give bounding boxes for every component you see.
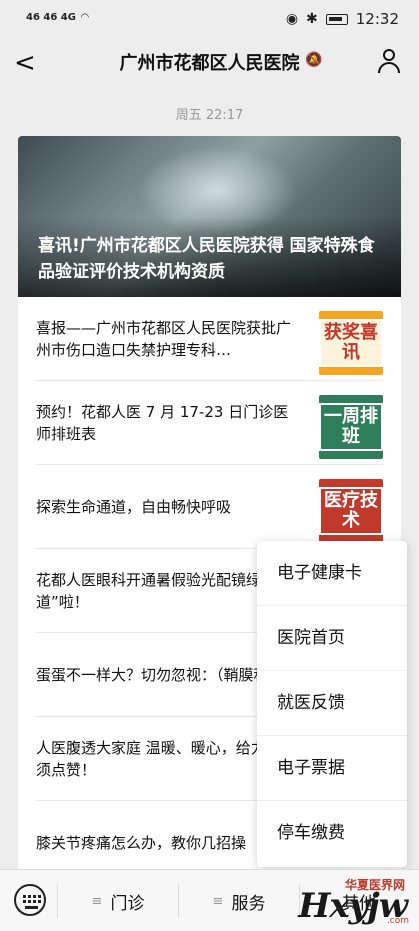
- article-thumbnail: 一周排班: [319, 395, 383, 459]
- carrier-text: 46 46 4G: [26, 12, 76, 23]
- menu-item-e-receipt[interactable]: 电子票据: [257, 736, 407, 801]
- menu-lines-icon: ≡: [91, 893, 103, 909]
- list-item[interactable]: 探索生命通道，自由畅快呼吸 医疗技术: [36, 465, 383, 549]
- popup-menu: 电子健康卡 医院首页 就医反馈 电子票据 停车缴费: [257, 541, 407, 867]
- article-title: 预约！花都人医 7 月 17-23 日门诊医师排班表: [36, 402, 289, 443]
- message-timestamp: 周五 22:17: [175, 108, 244, 123]
- nav-bar: < 广州市花都区人民医院 🔕: [0, 38, 419, 86]
- list-item[interactable]: 预约！花都人医 7 月 17-23 日门诊医师排班表 一周排班: [36, 381, 383, 465]
- tab-outpatient[interactable]: ≡ 门诊: [58, 870, 178, 931]
- bluetooth-icon: ✱: [306, 11, 318, 27]
- menu-item-hospital-home[interactable]: 医院首页: [257, 606, 407, 671]
- article-title: 探索生命通道，自由畅快呼吸: [36, 497, 232, 516]
- menu-item-parking[interactable]: 停车缴费: [257, 801, 407, 866]
- wifi-icon: ◠: [80, 12, 89, 23]
- profile-button[interactable]: [377, 48, 401, 74]
- keyboard-icon[interactable]: [14, 884, 46, 916]
- tab-service[interactable]: ≡ 服务: [179, 870, 299, 931]
- article-title: 喜报——广州市花都区人民医院获批广州市伤口造口失禁护理专科…: [36, 318, 292, 359]
- menu-lines-icon: ≡: [212, 893, 224, 909]
- signal-indicators: 46 46 4G ◠: [26, 12, 89, 23]
- mute-bell-icon: 🔕: [305, 52, 323, 68]
- thumb-label: 一周排班: [319, 403, 383, 451]
- article-thumbnail: 医疗技术: [319, 479, 383, 543]
- person-icon-head: [383, 49, 395, 61]
- article-thumbnail: 获奖喜讯: [319, 311, 383, 375]
- status-right: ◉ ✱ 12:32: [286, 10, 399, 28]
- tab-label: 服务: [231, 893, 266, 914]
- eye-icon: ◉: [285, 11, 299, 27]
- thumb-label: 医疗技术: [319, 487, 383, 535]
- page-title: 广州市花都区人民医院: [119, 53, 300, 74]
- hero-headline: 喜讯!广州市花都区人民医院获得 国家特殊食品验证评价技术机构资质: [38, 236, 375, 282]
- menu-item-feedback[interactable]: 就医反馈: [257, 671, 407, 736]
- status-bar: 46 46 4G ◠ ◉ ✱ 12:32: [0, 0, 419, 38]
- thumb-label: 获奖喜讯: [319, 319, 383, 367]
- clock: 12:32: [355, 10, 399, 28]
- hero-article[interactable]: 喜讯!广州市花都区人民医院获得 国家特殊食品验证评价技术机构资质: [18, 136, 401, 297]
- person-icon-body: [378, 62, 400, 73]
- menu-item-health-card[interactable]: 电子健康卡: [257, 541, 407, 606]
- watermark-suffix: .com: [386, 916, 409, 926]
- tab-label: 门诊: [110, 893, 145, 914]
- bottom-menu-bar: ≡ 门诊 ≡ 服务 其他 华夏医界网 Hxyjw .com: [0, 869, 419, 931]
- battery-icon: [325, 13, 348, 25]
- list-item[interactable]: 喜报——广州市花都区人民医院获批广州市伤口造口失禁护理专科… 获奖喜讯: [36, 297, 383, 381]
- watermark-logo: 华夏医界网 Hxyjw .com: [293, 874, 411, 928]
